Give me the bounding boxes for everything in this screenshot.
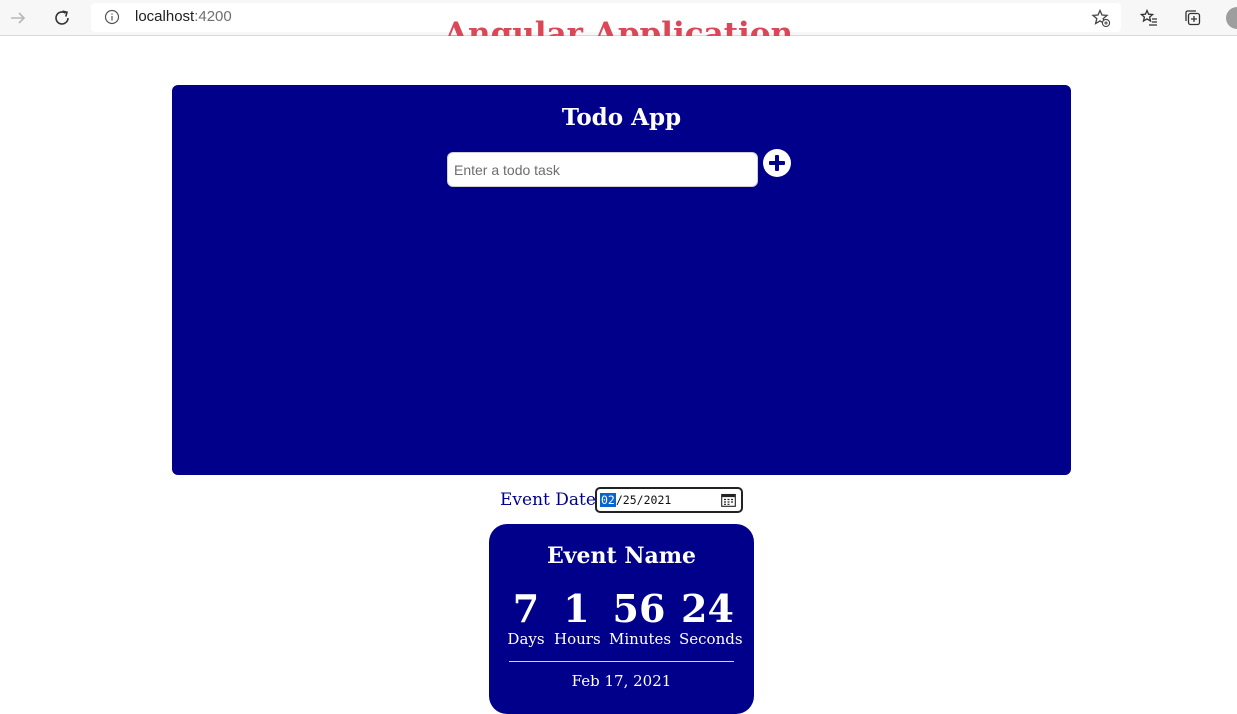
event-name: Event Name	[546, 543, 696, 569]
countdown-minutes: 56 Minutes	[609, 586, 672, 649]
page-title: Angular Application	[0, 14, 1237, 37]
countdown-days: 7 Days	[506, 586, 546, 649]
event-countdown-card: Event Name 7 Days 1 Hours 56 Minutes 24 …	[489, 524, 754, 714]
countdown-hours: 1 Hours	[554, 586, 601, 649]
add-todo-button[interactable]	[763, 149, 791, 177]
seconds-value: 24	[681, 586, 734, 631]
minutes-value: 56	[612, 586, 666, 631]
countdown-seconds: 24 Seconds	[679, 586, 743, 649]
date-day[interactable]: 25	[623, 493, 637, 507]
date-separator: /	[615, 493, 623, 507]
event-date-label: Event Date:	[500, 490, 602, 510]
days-label: Days	[507, 630, 545, 648]
minutes-label: Minutes	[609, 630, 672, 648]
event-date-text: Feb 17, 2021	[571, 672, 672, 690]
days-value: 7	[512, 586, 540, 631]
divider	[509, 661, 734, 662]
hours-label: Hours	[554, 630, 601, 648]
date-month[interactable]: 02	[600, 493, 616, 507]
hours-value: 1	[563, 586, 590, 631]
date-year[interactable]: 2021	[644, 493, 672, 507]
seconds-label: Seconds	[679, 630, 743, 648]
date-value: 02/25/2021	[600, 493, 671, 507]
calendar-icon[interactable]	[721, 493, 736, 507]
event-date-input[interactable]: 02/25/2021	[595, 487, 743, 513]
page-title-text: Angular Application	[443, 16, 794, 37]
todo-title: Todo App	[561, 104, 682, 131]
todo-panel: Todo App	[172, 85, 1071, 475]
date-separator: /	[636, 493, 644, 507]
todo-input[interactable]	[447, 152, 758, 187]
